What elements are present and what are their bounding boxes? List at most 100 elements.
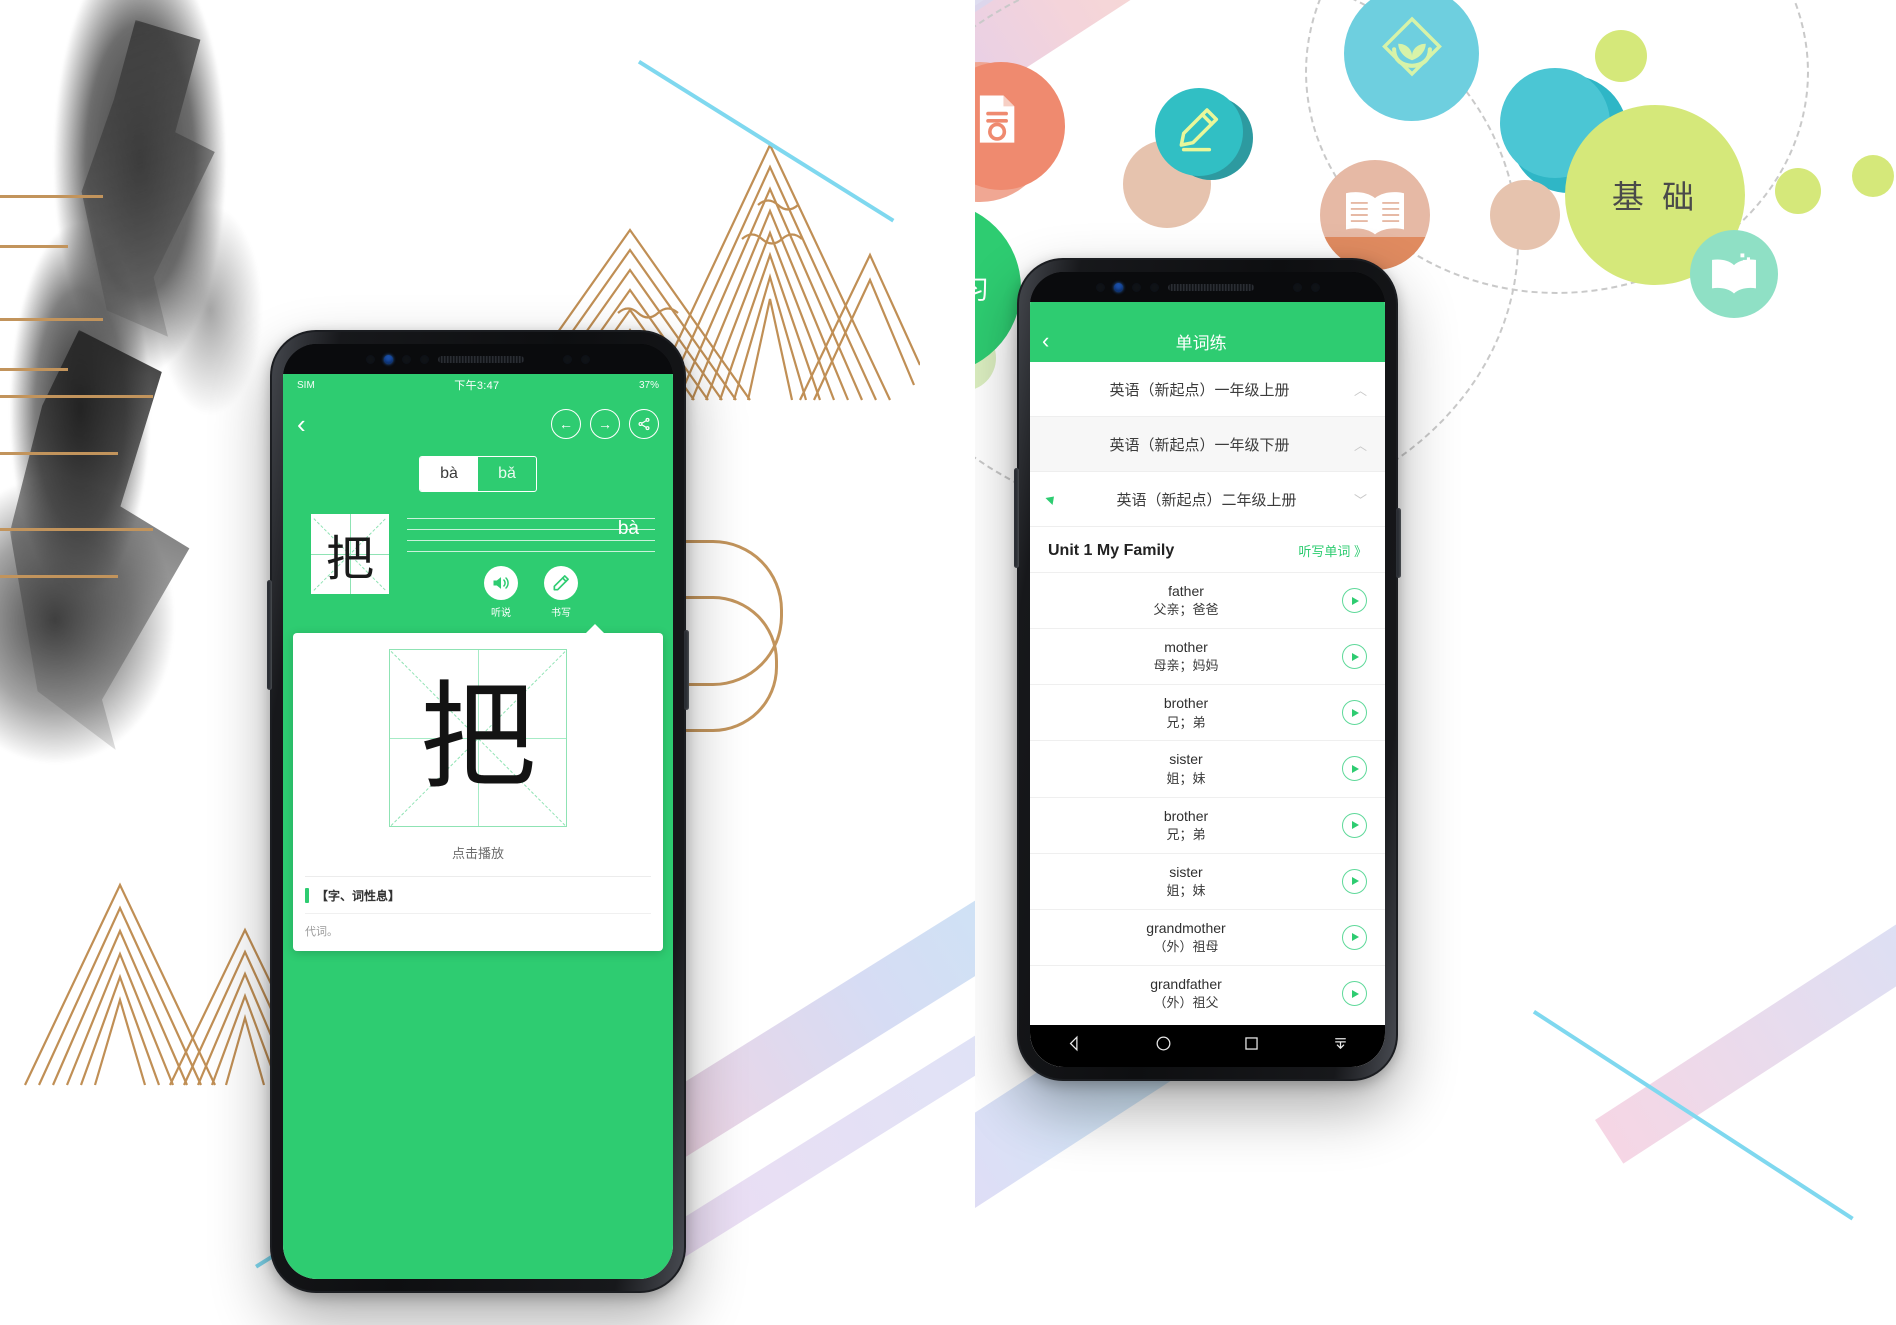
- play-icon[interactable]: [1342, 644, 1367, 670]
- word-row[interactable]: mother 母亲；妈妈: [1030, 628, 1385, 684]
- play-icon[interactable]: [1342, 868, 1367, 894]
- left-app-navbar: ‹ ← →: [283, 396, 673, 452]
- dictation-link[interactable]: 听写单词 》: [1298, 541, 1367, 560]
- bubble-open-book-tan: [1320, 160, 1430, 270]
- bubble-open-book-mint: [1690, 230, 1778, 318]
- word-row[interactable]: sister 姐；妹: [1030, 852, 1385, 909]
- word-row[interactable]: brother 兄；弟: [1030, 684, 1385, 740]
- unit-header: Unit 1 My Family 听写单词 》: [1030, 527, 1385, 572]
- bubble-jichu-label: 基 础: [1611, 178, 1699, 216]
- back-nav-icon[interactable]: [1065, 1034, 1084, 1058]
- left-phone-bezel: SIM 下午3:47 37% ‹ ← → bà bǎ 把 bà 听说 书写 把 …: [283, 344, 673, 1279]
- write-action[interactable]: 书写: [544, 566, 578, 619]
- listen-action[interactable]: 听说: [484, 566, 518, 619]
- play-hint-text[interactable]: 点击播放: [305, 843, 651, 862]
- left-phone-sensor-bar: [283, 344, 673, 374]
- word-chinese: 姐；妹: [1166, 770, 1206, 786]
- pencil-icon: [1179, 108, 1219, 152]
- proximity-sensor-icon: [366, 354, 375, 364]
- right-app-navbar: ‹ 单词练: [1030, 320, 1385, 362]
- word-text: mother 母亲；妈妈: [1030, 637, 1342, 676]
- left-phone-screen: SIM 下午3:47 37% ‹ ← → bà bǎ 把 bà 听说 书写 把 …: [283, 374, 673, 1279]
- chevron-up-icon: ︿: [1353, 382, 1367, 398]
- character-glyph-small: 把: [325, 531, 374, 587]
- accordion-grade1-vol2[interactable]: 英语（新起点）一年级下册 ︿: [1030, 417, 1385, 472]
- pencil-icon: [544, 566, 578, 600]
- secondary-sensor-icon: [581, 354, 590, 364]
- status-time: 下午3:47: [454, 380, 500, 392]
- word-chinese: 兄；弟: [1166, 826, 1206, 842]
- left-phone-device: SIM 下午3:47 37% ‹ ← → bà bǎ 把 bà 听说 书写 把 …: [267, 330, 689, 1293]
- word-english: sister: [1169, 863, 1203, 880]
- chevron-down-icon: ﹀: [1353, 492, 1367, 508]
- word-practice-body[interactable]: 英语（新起点）一年级上册 ︿ 英语（新起点）一年级下册 ︿ 英语（新起点）二年级…: [1030, 362, 1385, 1025]
- pastel-diagonal-bottom-2: [1595, 891, 1896, 1164]
- word-row[interactable]: grandmother （外）祖母: [1030, 908, 1385, 965]
- bubble-tan-right: [1490, 180, 1560, 250]
- status-carrier: SIM: [297, 379, 315, 391]
- word-row[interactable]: grandfather （外）祖父: [1030, 964, 1385, 1021]
- chevron-left-icon[interactable]: ‹: [297, 411, 306, 437]
- play-icon[interactable]: [1342, 981, 1367, 1007]
- light-sensor-icon: [420, 354, 429, 364]
- word-chinese: （外）祖母: [1153, 939, 1219, 955]
- accordion-label: 英语（新起点）一年级上册: [1109, 381, 1290, 399]
- tab-pinyin-ba4[interactable]: bà: [420, 457, 478, 491]
- accordion-grade2-vol1[interactable]: 英语（新起点）二年级上册 ﹀: [1030, 472, 1385, 527]
- play-icon[interactable]: [1342, 700, 1367, 726]
- bubble-lime-bottom: [1852, 155, 1894, 197]
- led-indicator-icon: [563, 354, 572, 364]
- right-phone-device: ‹ 单词练 英语（新起点）一年级上册 ︿ 英语（新起点）一年级下册 ︿ 英语（新…: [1014, 258, 1401, 1081]
- character-hero-row: 把 bà 听说 书写: [283, 492, 673, 619]
- word-english: grandfather: [1150, 975, 1222, 992]
- earpiece-speaker-icon-right: [1167, 283, 1254, 291]
- gold-arc-2: [0, 245, 68, 371]
- play-icon[interactable]: [1342, 588, 1367, 614]
- word-english: brother: [1163, 695, 1209, 712]
- word-english: sister: [1169, 751, 1203, 768]
- plant-hands-icon: [1382, 16, 1442, 77]
- word-row[interactable]: brother 兄；弟: [1030, 796, 1385, 853]
- play-icon[interactable]: [1342, 756, 1367, 782]
- right-phone-screen: ‹ 单词练 英语（新起点）一年级上册 ︿ 英语（新起点）一年级下册 ︿ 英语（新…: [1030, 302, 1385, 1067]
- bubble-pencil: [1155, 88, 1243, 176]
- led-indicator-icon-right: [1292, 282, 1302, 292]
- tab-pinyin-ba3[interactable]: bǎ: [478, 457, 536, 491]
- home-nav-icon[interactable]: [1154, 1034, 1173, 1058]
- play-icon[interactable]: [1342, 812, 1367, 838]
- character-glyph-large: 把: [420, 670, 536, 805]
- volume-button-right[interactable]: [1014, 468, 1019, 568]
- share-icon[interactable]: [629, 409, 659, 439]
- bubble-lime-small-right: [1775, 168, 1821, 214]
- hanzi-detail-app: SIM 下午3:47 37% ‹ ← → bà bǎ 把 bà 听说 书写 把 …: [283, 374, 673, 1279]
- hide-nav-icon[interactable]: [1331, 1034, 1350, 1058]
- accordion-grade1-vol1[interactable]: 英语（新起点）一年级上册 ︿: [1030, 362, 1385, 417]
- arrow-left-circle-icon[interactable]: ←: [551, 409, 581, 439]
- arrow-right-circle-icon[interactable]: →: [590, 409, 620, 439]
- word-row[interactable]: father 父亲；爸爸: [1030, 572, 1385, 628]
- bubble-danci-lianxi-label: 单词练习: [975, 274, 991, 305]
- definition-section-header: 【字、词性息】: [305, 876, 651, 904]
- word-practice-app: ‹ 单词练 英语（新起点）一年级上册 ︿ 英语（新起点）一年级下册 ︿ 英语（新…: [1030, 302, 1385, 1067]
- volume-button[interactable]: [267, 580, 272, 690]
- iris-sensor-icon-right: [1131, 282, 1141, 292]
- word-text: father 父亲；爸爸: [1030, 581, 1342, 620]
- speaker-icon: [484, 566, 518, 600]
- word-chinese: （外）祖父: [1153, 995, 1219, 1011]
- chevron-left-icon-right[interactable]: ‹: [1042, 330, 1049, 352]
- tabs-box: bà bǎ: [419, 456, 537, 492]
- screenshot-root: SIM 下午3:47 37% ‹ ← → bà bǎ 把 bà 听说 书写 把 …: [0, 0, 1896, 1325]
- recents-nav-icon[interactable]: [1242, 1034, 1261, 1058]
- selected-marker-icon: [1045, 492, 1058, 506]
- front-camera-icon: [384, 354, 393, 364]
- character-grid-cell-large[interactable]: 把: [389, 649, 567, 827]
- power-button-right[interactable]: [1396, 508, 1401, 578]
- word-chinese: 兄；弟: [1166, 714, 1206, 730]
- play-icon[interactable]: [1342, 924, 1367, 950]
- word-row[interactable]: sister 姐；妹: [1030, 740, 1385, 796]
- power-button[interactable]: [684, 630, 689, 710]
- left-promo-panel: SIM 下午3:47 37% ‹ ← → bà bǎ 把 bà 听说 书写 把 …: [0, 0, 975, 1325]
- document-icon: [979, 95, 1015, 143]
- word-text: brother 兄；弟: [1030, 693, 1342, 732]
- chevron-up-icon: ︿: [1353, 437, 1367, 453]
